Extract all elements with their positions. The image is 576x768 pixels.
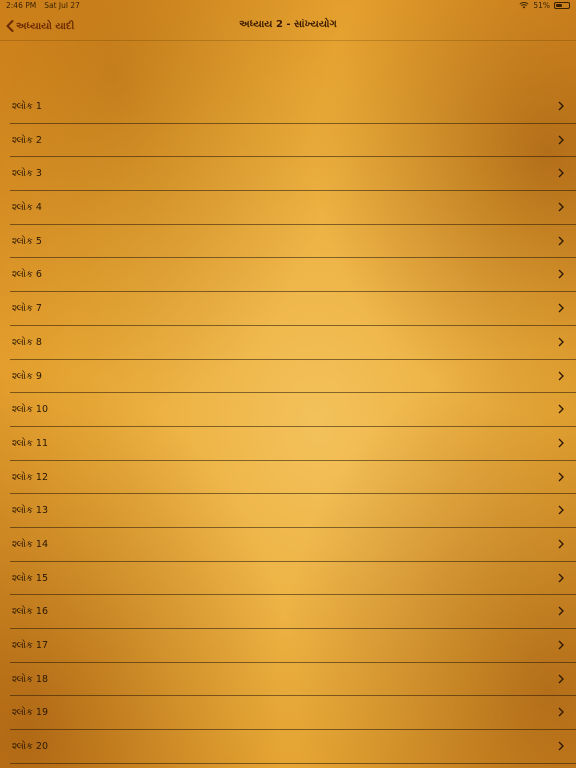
chevron-right-icon <box>558 472 564 482</box>
chevron-right-icon <box>558 674 564 684</box>
list-item[interactable]: શ્લોક 11 <box>10 427 576 461</box>
chevron-right-icon <box>558 438 564 448</box>
list-item[interactable]: શ્લોક 1 <box>10 90 576 124</box>
list-item-label: શ્લોક 8 <box>12 336 42 348</box>
chevron-right-icon <box>558 168 564 178</box>
list-item-label: શ્લોક 19 <box>12 707 48 719</box>
battery-percent: 51% <box>533 1 550 10</box>
list-item-label: શ્લોક 15 <box>12 572 48 584</box>
list-item[interactable]: શ્લોક 5 <box>10 225 576 259</box>
chevron-right-icon <box>558 101 564 111</box>
status-date: Sat Jul 27 <box>44 1 80 10</box>
list-item[interactable]: શ્લોક 12 <box>10 461 576 495</box>
list-item-label: શ્લોક 9 <box>12 370 42 382</box>
list-item-label: શ્લોક 14 <box>12 538 48 550</box>
battery-fill <box>556 4 562 7</box>
chevron-right-icon <box>558 303 564 313</box>
list-item[interactable]: શ્લોક 15 <box>10 562 576 596</box>
list-item[interactable]: શ્લોક 14 <box>10 528 576 562</box>
list-item-label: શ્લોક 20 <box>12 741 48 753</box>
chevron-right-icon <box>558 640 564 650</box>
chevron-right-icon <box>558 606 564 616</box>
list-item-label: શ્લોક 18 <box>12 673 48 685</box>
chevron-right-icon <box>558 505 564 515</box>
chevron-right-icon <box>558 202 564 212</box>
list-item-label: શ્લોક 1 <box>12 101 42 112</box>
list-item[interactable]: શ્લોક 20 <box>10 730 576 764</box>
battery-icon <box>554 2 570 9</box>
list-item-label: શ્લોક 7 <box>12 303 42 315</box>
list-item-label: શ્લોક 12 <box>12 471 48 483</box>
list-item[interactable]: શ્લોક 17 <box>10 629 576 663</box>
page-title: અધ્યાય 2 - સાંખ્યયોગ <box>239 19 337 30</box>
list-item-label: શ્લોક 16 <box>12 606 48 618</box>
chevron-right-icon <box>558 707 564 717</box>
list-item-label: શ્લોક 13 <box>12 505 48 517</box>
chevron-right-icon <box>558 539 564 549</box>
wifi-icon <box>519 2 529 9</box>
list-item[interactable]: શ્લોક 18 <box>10 663 576 697</box>
list-item[interactable]: શ્લોક 2 <box>10 124 576 158</box>
list-item-label: શ્લોક 5 <box>12 235 42 247</box>
list-item-label: શ્લોક 4 <box>12 202 42 214</box>
list-item-label: શ્લોક 2 <box>12 134 42 146</box>
list-item-label: શ્લોક 10 <box>12 404 48 416</box>
list-item[interactable]: શ્લોક 16 <box>10 595 576 629</box>
list-item-label: શ્લોક 17 <box>12 640 48 651</box>
list-item[interactable]: શ્લોક 3 <box>10 157 576 192</box>
list-item[interactable]: શ્લોક 9 <box>10 360 576 394</box>
list-item[interactable]: શ્લોક 10 <box>10 393 576 427</box>
shlok-list: શ્લોક 1 શ્લોક 2 શ્લોક 3 શ્લોક 4 શ્લોક 5 … <box>0 90 576 764</box>
list-item-label: શ્લોક 6 <box>12 269 42 281</box>
list-item[interactable]: શ્લોક 7 <box>10 292 576 326</box>
chevron-right-icon <box>558 371 564 380</box>
chevron-right-icon <box>558 337 564 347</box>
chevron-right-icon <box>558 269 564 279</box>
status-time: 2:46 PM <box>6 1 37 10</box>
chevron-right-icon <box>558 404 564 414</box>
list-item[interactable]: શ્લોક 4 <box>10 191 576 225</box>
list-item[interactable]: શ્લોક 13 <box>10 494 576 528</box>
list-item[interactable]: શ્લોક 8 <box>10 326 576 360</box>
chevron-right-icon <box>558 135 564 145</box>
list-item[interactable]: શ્લોક 19 <box>10 696 576 731</box>
chevron-right-icon <box>558 573 564 583</box>
list-item-label: શ્લોક 11 <box>12 437 48 449</box>
navigation-bar: અધ્યાયો યાદી અધ્યાય 2 - સાંખ્યયોગ <box>0 12 576 41</box>
status-bar: 2:46 PM Sat Jul 27 51% <box>0 0 576 12</box>
chevron-right-icon <box>558 741 564 751</box>
chevron-right-icon <box>558 236 564 246</box>
list-item[interactable]: શ્લોક 6 <box>10 258 576 293</box>
list-item-label: શ્લોક 3 <box>12 168 42 180</box>
